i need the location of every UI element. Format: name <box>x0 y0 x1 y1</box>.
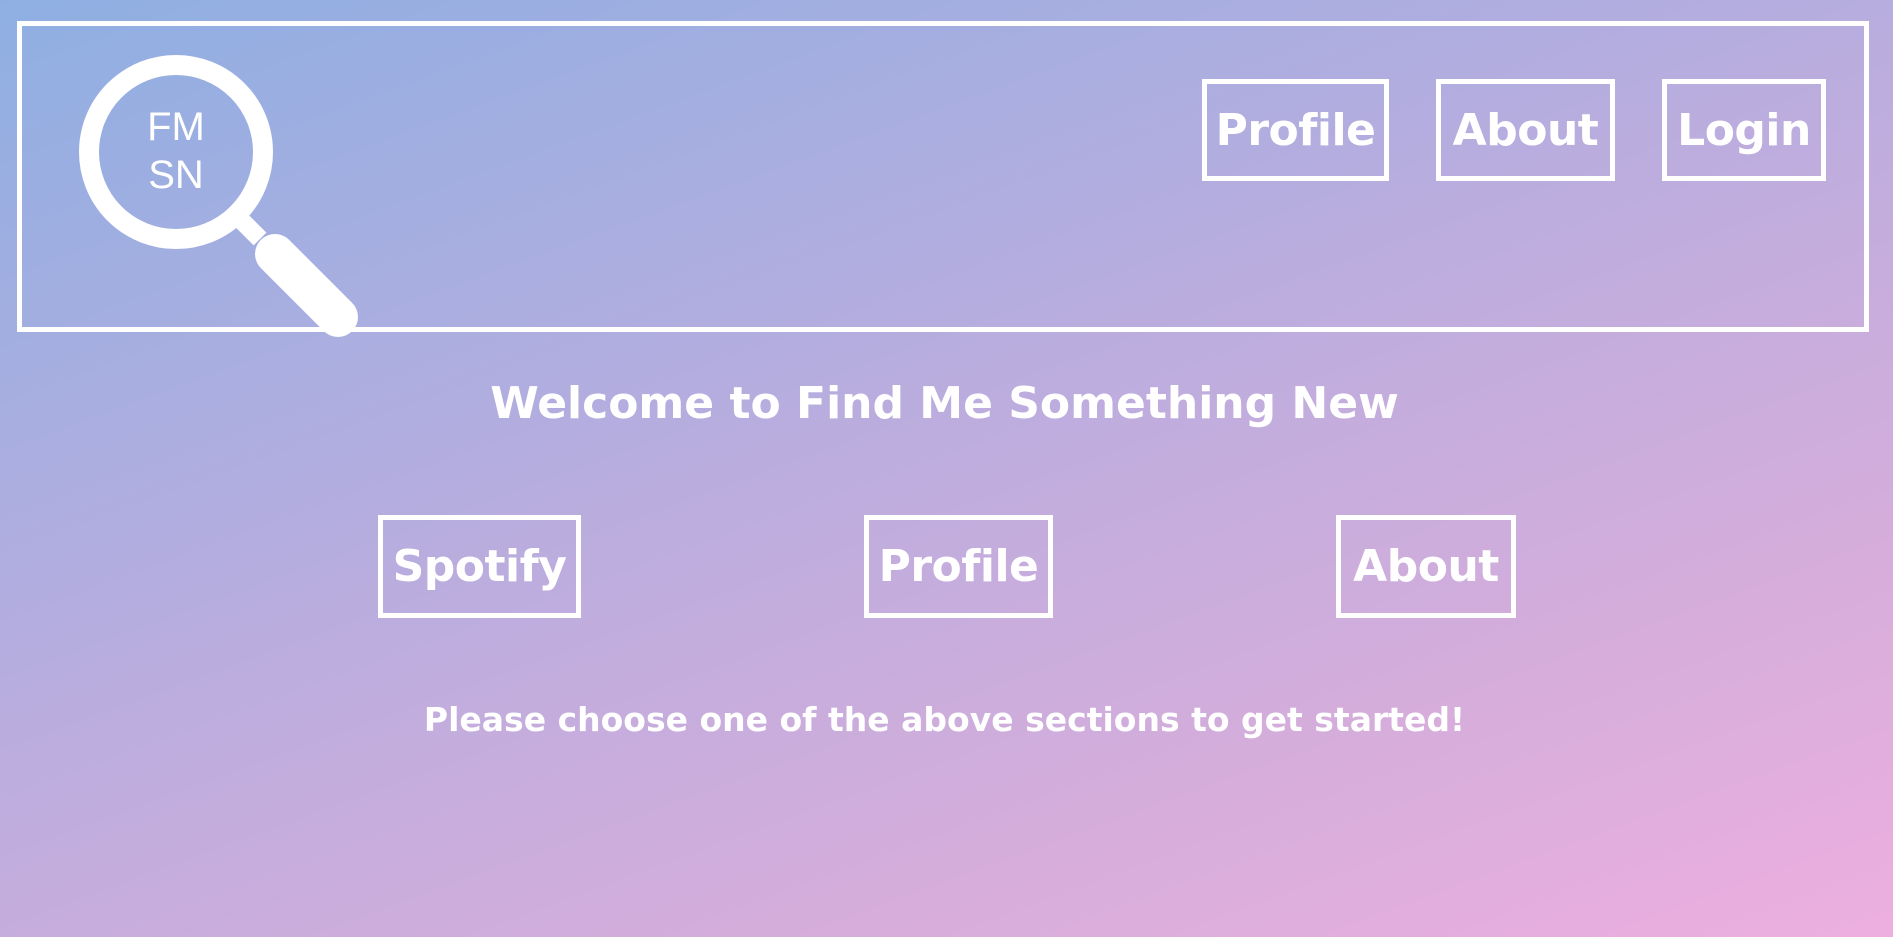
about-button[interactable]: About <box>1336 515 1516 618</box>
logo-line-2: SN <box>148 153 204 197</box>
magnifying-glass-icon: FM SN <box>79 55 358 337</box>
nav-about-button[interactable]: About <box>1436 79 1615 181</box>
logo-line-1: FM <box>147 105 205 149</box>
spotify-button[interactable]: Spotify <box>378 515 581 618</box>
instruction-text: Please choose one of the above sections … <box>423 700 1466 739</box>
logo[interactable]: FM SN <box>62 38 362 338</box>
nav-login-button[interactable]: Login <box>1662 79 1826 181</box>
page-title: Welcome to Find Me Something New <box>490 378 1399 429</box>
nav-profile-button[interactable]: Profile <box>1202 79 1389 181</box>
header: FM SN Profile About Login <box>17 21 1869 337</box>
profile-button[interactable]: Profile <box>864 515 1053 618</box>
